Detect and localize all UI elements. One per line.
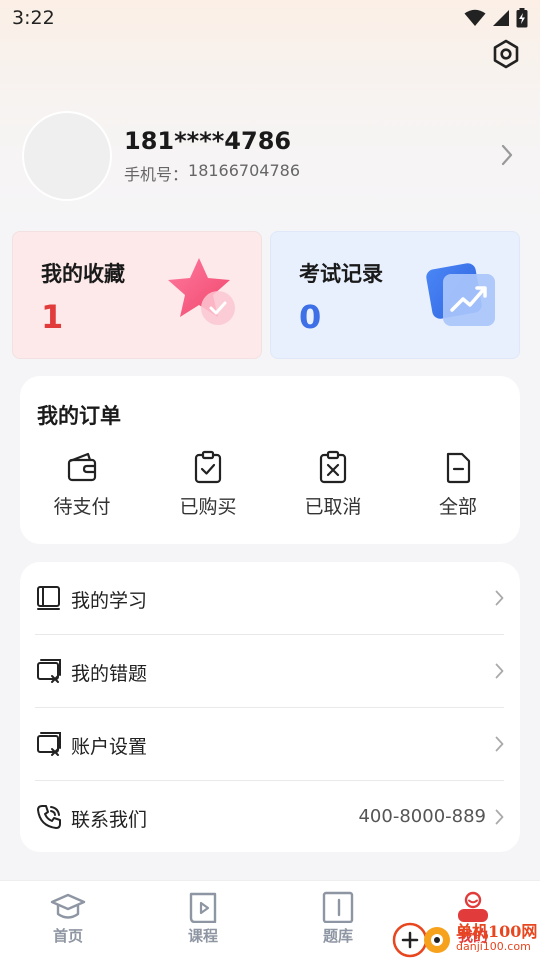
exam-records-title: 考试记录: [299, 262, 383, 286]
exam-records-count: 0: [299, 298, 322, 336]
menu-label: 联系我们: [71, 809, 148, 831]
phone-label: 手机号：: [124, 165, 189, 184]
tab-home[interactable]: 首页: [18, 891, 118, 955]
order-label: 已购买: [179, 496, 237, 518]
menu-item-my-mistakes[interactable]: 我的错题: [20, 635, 520, 708]
status-time: 3:22: [12, 7, 55, 29]
favorites-title: 我的收藏: [41, 262, 125, 286]
menu-label: 我的错题: [71, 663, 148, 685]
question-book-icon: [322, 891, 354, 923]
phone-row: 手机号： 18166704786: [124, 161, 300, 185]
order-label: 待支付: [53, 496, 111, 518]
tab-courses[interactable]: 课程: [153, 891, 253, 955]
chevron-right-icon: [495, 663, 504, 679]
avatar[interactable]: [22, 111, 112, 201]
favorites-count: 1: [41, 298, 64, 336]
menu-label: 账户设置: [71, 736, 148, 758]
battery-charging-icon: [516, 8, 528, 28]
watermark-text: 单机100网: [456, 922, 538, 941]
chevron-right-icon: [495, 590, 504, 606]
signal-icon: [493, 10, 509, 26]
clipboard-x-icon: [319, 450, 347, 484]
profile-section[interactable]: 181****4786 手机号： 18166704786: [22, 111, 522, 201]
orders-title: 我的订单: [37, 404, 121, 428]
star-icon: [168, 258, 235, 325]
watermark-url: danji100.com: [456, 940, 531, 953]
order-all[interactable]: 全部: [408, 450, 508, 530]
contact-phone-number: 400-8000-889: [358, 806, 486, 827]
menu-panel: 我的学习 我的错题 账户设置 联系我们 400-8000-889: [20, 562, 520, 852]
chevron-right-icon: [495, 809, 504, 825]
menu-item-contact-us[interactable]: 联系我们 400-8000-889: [20, 781, 520, 854]
status-bar: 3:22: [0, 0, 540, 36]
graduation-cap-icon: [50, 893, 86, 919]
menu-label: 我的学习: [71, 590, 148, 612]
video-book-icon: [189, 892, 217, 923]
tab-label: 首页: [52, 927, 83, 945]
mistake-card-icon: [37, 659, 61, 683]
document-icon: [446, 452, 471, 484]
menu-item-my-study[interactable]: 我的学习: [20, 562, 520, 635]
order-cancelled[interactable]: 已取消: [283, 450, 383, 530]
chevron-right-icon: [495, 736, 504, 752]
settings-gear-icon[interactable]: [490, 38, 522, 70]
phone-icon: [37, 805, 61, 829]
account-card-icon: [37, 732, 61, 756]
book-icon: [37, 586, 60, 610]
order-label: 已取消: [304, 496, 362, 518]
watermark: 单机100网 danji100.com: [390, 914, 540, 960]
wallet-icon: [67, 452, 97, 482]
exam-records-card[interactable]: 考试记录 0: [270, 231, 520, 359]
status-icons: [464, 8, 528, 28]
orders-panel: 我的订单 待支付 已购买 已取消 全部: [20, 376, 520, 544]
clipboard-check-icon: [194, 450, 222, 484]
watermark-logo-icon: [392, 922, 450, 958]
tab-label: 题库: [322, 927, 353, 945]
phone-value: 18166704786: [188, 161, 300, 180]
chart-trend-icon: [426, 263, 495, 326]
menu-item-account-settings[interactable]: 账户设置: [20, 708, 520, 781]
tab-question-bank[interactable]: 题库: [288, 891, 388, 955]
chevron-right-icon[interactable]: [500, 143, 514, 167]
order-purchased[interactable]: 已购买: [158, 450, 258, 530]
favorites-card[interactable]: 我的收藏 1: [12, 231, 262, 359]
wifi-icon: [464, 9, 486, 26]
order-label: 全部: [438, 496, 477, 518]
username: 181****4786: [124, 127, 292, 155]
tab-label: 课程: [187, 927, 218, 945]
order-pending-payment[interactable]: 待支付: [32, 450, 132, 530]
